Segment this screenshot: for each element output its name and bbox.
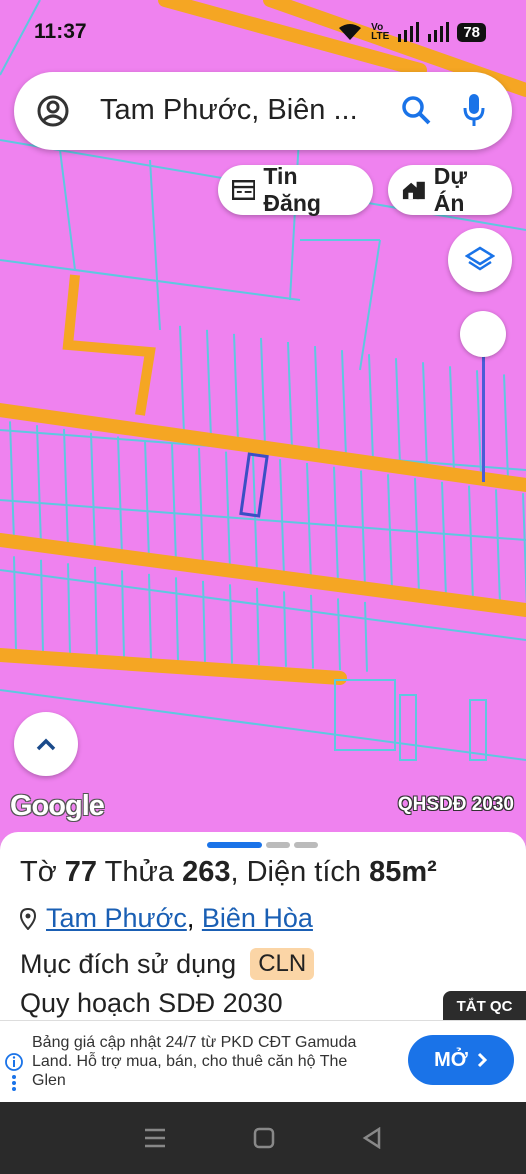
home-icon[interactable] [253,1127,275,1149]
wifi-icon [339,24,362,40]
ad-banner[interactable]: Bảng giá cập nhật 24/7 từ PKD CĐT Gamuda… [0,1020,526,1103]
opacity-slider-handle[interactable] [460,311,506,357]
search-input[interactable]: Tam Phước, Biên ... [100,94,390,127]
plan-title: Quy hoạch SDĐ 2030 [20,988,283,1018]
land-purpose: Mục đích sử dụng CLN [20,948,315,980]
network-label: Vo LTE [371,23,390,42]
listings-icon [232,180,256,200]
status-time: 11:37 [34,20,87,43]
sheet-number: 77 [64,856,98,888]
location-separator: , [186,903,195,933]
parcel-location: Tam Phước, Biên Hòa [20,903,313,934]
system-nav-bar [0,1102,526,1174]
google-logo: Google [10,790,105,822]
parcel-summary: Tờ 77 Thửa 263, Diện tích 85m² [20,856,437,889]
account-icon[interactable] [36,94,70,128]
opacity-slider-track[interactable] [482,336,485,482]
search-bar[interactable]: Tam Phước, Biên ... [14,72,512,150]
signal-icon-2 [428,22,450,42]
recent-apps-icon[interactable] [143,1127,167,1149]
expand-up-button[interactable] [14,712,78,776]
chevron-up-icon [36,738,56,751]
area-label: , Diện tích [230,856,362,888]
network-bottom: LTE [371,31,390,42]
chevron-right-icon [477,1052,487,1068]
listings-chip[interactable]: Tin Đăng [218,163,373,216]
house-icon [402,181,425,200]
ward-link[interactable]: Tam Phước [46,903,187,933]
ad-open-button[interactable]: MỞ [408,1035,514,1085]
status-bar: 11:37 Vo LTE 78 [0,0,526,62]
microphone-icon[interactable] [462,92,486,128]
sheet-label: Tờ [20,856,57,888]
purpose-badge: CLN [250,948,315,980]
plot-label: Thửa [104,856,174,888]
projects-chip[interactable]: Dự Án [388,163,512,216]
map-layer-label: QHSDĐ 2030 [397,794,514,815]
battery-level: 78 [457,22,486,42]
signal-icon [398,22,420,42]
purpose-label: Mục đích sử dụng [20,948,237,979]
sheet-handle[interactable] [207,842,318,848]
city-link[interactable]: Biên Hòa [202,903,313,933]
ad-info-icon[interactable] [4,1053,24,1091]
status-icons: Vo LTE 78 [337,22,486,42]
layers-button[interactable] [448,228,512,292]
close-ad-button[interactable]: TẮT QC [443,991,526,1021]
layers-icon [465,246,495,271]
ad-text[interactable]: Bảng giá cập nhật 24/7 từ PKD CĐT Gamuda… [32,1033,372,1090]
plot-number: 263 [182,856,231,888]
back-icon[interactable] [361,1127,383,1149]
search-icon[interactable] [400,94,432,126]
projects-chip-label: Dự Án [433,163,468,216]
listings-chip-label: Tin Đăng [263,163,321,216]
location-pin-icon [20,907,36,930]
ad-open-label: MỞ [434,1048,468,1071]
area-value: 85m² [369,856,437,888]
